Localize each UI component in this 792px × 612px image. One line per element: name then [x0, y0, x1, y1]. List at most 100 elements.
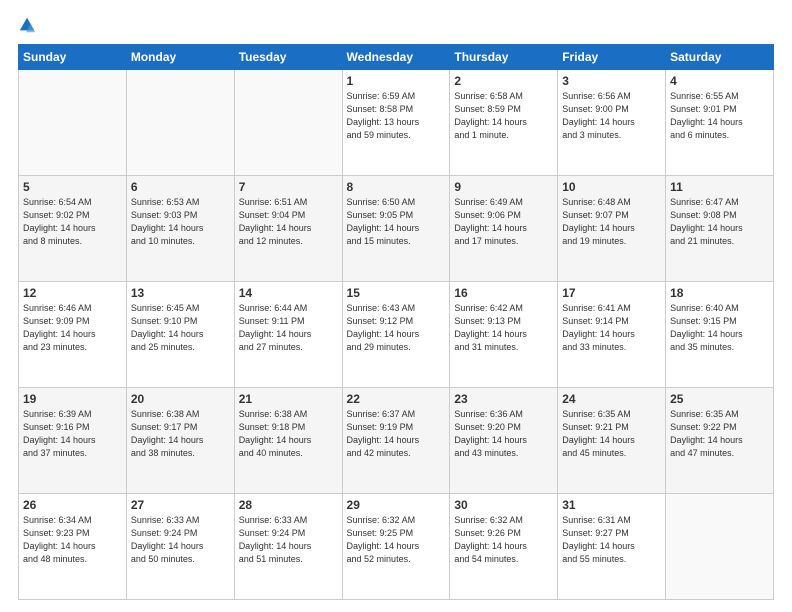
weekday-header: Tuesday — [234, 45, 342, 70]
day-info: Sunrise: 6:31 AMSunset: 9:27 PMDaylight:… — [562, 514, 661, 566]
day-info: Sunrise: 6:59 AMSunset: 8:58 PMDaylight:… — [347, 90, 446, 142]
day-number: 19 — [23, 392, 122, 406]
day-info: Sunrise: 6:34 AMSunset: 9:23 PMDaylight:… — [23, 514, 122, 566]
day-number: 8 — [347, 180, 446, 194]
calendar-cell: 16 Sunrise: 6:42 AMSunset: 9:13 PMDayligh… — [450, 282, 558, 388]
weekday-header: Saturday — [666, 45, 774, 70]
calendar-week-row: 26 Sunrise: 6:34 AMSunset: 9:23 PMDayligh… — [19, 494, 774, 600]
weekday-header: Sunday — [19, 45, 127, 70]
calendar-cell: 14 Sunrise: 6:44 AMSunset: 9:11 PMDayligh… — [234, 282, 342, 388]
day-info: Sunrise: 6:48 AMSunset: 9:07 PMDaylight:… — [562, 196, 661, 248]
day-number: 11 — [670, 180, 769, 194]
day-number: 16 — [454, 286, 553, 300]
logo — [18, 16, 40, 34]
day-info: Sunrise: 6:37 AMSunset: 9:19 PMDaylight:… — [347, 408, 446, 460]
day-info: Sunrise: 6:46 AMSunset: 9:09 PMDaylight:… — [23, 302, 122, 354]
day-number: 29 — [347, 498, 446, 512]
calendar-cell: 19 Sunrise: 6:39 AMSunset: 9:16 PMDayligh… — [19, 388, 127, 494]
calendar-cell: 27 Sunrise: 6:33 AMSunset: 9:24 PMDayligh… — [126, 494, 234, 600]
calendar-cell: 2Sunrise: 6:58 AMSunset: 8:59 PMDaylight… — [450, 70, 558, 176]
calendar-cell: 8Sunrise: 6:50 AMSunset: 9:05 PMDaylight… — [342, 176, 450, 282]
day-info: Sunrise: 6:32 AMSunset: 9:25 PMDaylight:… — [347, 514, 446, 566]
day-number: 27 — [131, 498, 230, 512]
calendar-week-row: 1 Sunrise: 6:59 AMSunset: 8:58 PMDaylight… — [19, 70, 774, 176]
day-info: Sunrise: 6:38 AMSunset: 9:18 PMDaylight:… — [239, 408, 338, 460]
day-info: Sunrise: 6:47 AMSunset: 9:08 PMDaylight:… — [670, 196, 769, 248]
calendar-cell: 9 Sunrise: 6:49 AMSunset: 9:06 PMDaylight… — [450, 176, 558, 282]
day-info: Sunrise: 6:35 AMSunset: 9:21 PMDaylight:… — [562, 408, 661, 460]
day-number: 28 — [239, 498, 338, 512]
calendar-cell: 21 Sunrise: 6:38 AMSunset: 9:18 PMDayligh… — [234, 388, 342, 494]
calendar-cell: 6Sunrise: 6:53 AMSunset: 9:03 PMDaylight… — [126, 176, 234, 282]
day-number: 1 — [347, 74, 446, 88]
day-info: Sunrise: 6:44 AMSunset: 9:11 PMDaylight:… — [239, 302, 338, 354]
day-number: 23 — [454, 392, 553, 406]
calendar-cell: 10 Sunrise: 6:48 AMSunset: 9:07 PMDayligh… — [558, 176, 666, 282]
day-number: 20 — [131, 392, 230, 406]
day-number: 15 — [347, 286, 446, 300]
day-number: 7 — [239, 180, 338, 194]
day-info: Sunrise: 6:51 AMSunset: 9:04 PMDaylight:… — [239, 196, 338, 248]
day-number: 9 — [454, 180, 553, 194]
day-number: 14 — [239, 286, 338, 300]
day-number: 24 — [562, 392, 661, 406]
day-number: 4 — [670, 74, 769, 88]
day-info: Sunrise: 6:41 AMSunset: 9:14 PMDaylight:… — [562, 302, 661, 354]
calendar-cell: 4Sunrise: 6:55 AMSunset: 9:01 PMDaylight… — [666, 70, 774, 176]
day-number: 13 — [131, 286, 230, 300]
day-number: 10 — [562, 180, 661, 194]
calendar-week-row: 19 Sunrise: 6:39 AMSunset: 9:16 PMDayligh… — [19, 388, 774, 494]
day-info: Sunrise: 6:45 AMSunset: 9:10 PMDaylight:… — [131, 302, 230, 354]
calendar-cell: 24 Sunrise: 6:35 AMSunset: 9:21 PMDayligh… — [558, 388, 666, 494]
day-number: 25 — [670, 392, 769, 406]
day-info: Sunrise: 6:33 AMSunset: 9:24 PMDaylight:… — [131, 514, 230, 566]
calendar-cell — [126, 70, 234, 176]
calendar-cell: 26 Sunrise: 6:34 AMSunset: 9:23 PMDayligh… — [19, 494, 127, 600]
calendar-cell — [666, 494, 774, 600]
day-number: 22 — [347, 392, 446, 406]
day-info: Sunrise: 6:39 AMSunset: 9:16 PMDaylight:… — [23, 408, 122, 460]
calendar-cell: 29 Sunrise: 6:32 AMSunset: 9:25 PMDayligh… — [342, 494, 450, 600]
calendar-header-row: SundayMondayTuesdayWednesdayThursdayFrid… — [19, 45, 774, 70]
day-info: Sunrise: 6:58 AMSunset: 8:59 PMDaylight:… — [454, 90, 553, 142]
calendar-cell: 31 Sunrise: 6:31 AMSunset: 9:27 PMDayligh… — [558, 494, 666, 600]
calendar-cell: 7 Sunrise: 6:51 AMSunset: 9:04 PMDaylight… — [234, 176, 342, 282]
calendar-cell: 20 Sunrise: 6:38 AMSunset: 9:17 PMDayligh… — [126, 388, 234, 494]
day-info: Sunrise: 6:42 AMSunset: 9:13 PMDaylight:… — [454, 302, 553, 354]
day-info: Sunrise: 6:49 AMSunset: 9:06 PMDaylight:… — [454, 196, 553, 248]
day-number: 3 — [562, 74, 661, 88]
day-number: 17 — [562, 286, 661, 300]
day-number: 5 — [23, 180, 122, 194]
day-number: 30 — [454, 498, 553, 512]
weekday-header: Wednesday — [342, 45, 450, 70]
weekday-header: Friday — [558, 45, 666, 70]
calendar-cell: 13 Sunrise: 6:45 AMSunset: 9:10 PMDayligh… — [126, 282, 234, 388]
calendar-table: SundayMondayTuesdayWednesdayThursdayFrid… — [18, 44, 774, 600]
day-number: 21 — [239, 392, 338, 406]
calendar-cell: 23 Sunrise: 6:36 AMSunset: 9:20 PMDayligh… — [450, 388, 558, 494]
day-info: Sunrise: 6:54 AMSunset: 9:02 PMDaylight:… — [23, 196, 122, 248]
calendar-cell: 22 Sunrise: 6:37 AMSunset: 9:19 PMDayligh… — [342, 388, 450, 494]
day-number: 26 — [23, 498, 122, 512]
day-number: 18 — [670, 286, 769, 300]
calendar-cell: 25 Sunrise: 6:35 AMSunset: 9:22 PMDayligh… — [666, 388, 774, 494]
calendar-cell: 12Sunrise: 6:46 AMSunset: 9:09 PMDayligh… — [19, 282, 127, 388]
calendar-cell: 30 Sunrise: 6:32 AMSunset: 9:26 PMDayligh… — [450, 494, 558, 600]
calendar-cell: 11 Sunrise: 6:47 AMSunset: 9:08 PMDayligh… — [666, 176, 774, 282]
calendar-cell: 5 Sunrise: 6:54 AMSunset: 9:02 PMDaylight… — [19, 176, 127, 282]
day-info: Sunrise: 6:56 AMSunset: 9:00 PMDaylight:… — [562, 90, 661, 142]
header — [18, 16, 774, 34]
calendar-week-row: 12Sunrise: 6:46 AMSunset: 9:09 PMDayligh… — [19, 282, 774, 388]
day-info: Sunrise: 6:43 AMSunset: 9:12 PMDaylight:… — [347, 302, 446, 354]
calendar-cell: 18Sunrise: 6:40 AMSunset: 9:15 PMDayligh… — [666, 282, 774, 388]
day-info: Sunrise: 6:38 AMSunset: 9:17 PMDaylight:… — [131, 408, 230, 460]
page: SundayMondayTuesdayWednesdayThursdayFrid… — [0, 0, 792, 612]
day-info: Sunrise: 6:35 AMSunset: 9:22 PMDaylight:… — [670, 408, 769, 460]
day-info: Sunrise: 6:36 AMSunset: 9:20 PMDaylight:… — [454, 408, 553, 460]
day-number: 31 — [562, 498, 661, 512]
day-info: Sunrise: 6:32 AMSunset: 9:26 PMDaylight:… — [454, 514, 553, 566]
calendar-cell: 15 Sunrise: 6:43 AMSunset: 9:12 PMDayligh… — [342, 282, 450, 388]
calendar-cell — [19, 70, 127, 176]
weekday-header: Thursday — [450, 45, 558, 70]
calendar-cell: 1 Sunrise: 6:59 AMSunset: 8:58 PMDaylight… — [342, 70, 450, 176]
